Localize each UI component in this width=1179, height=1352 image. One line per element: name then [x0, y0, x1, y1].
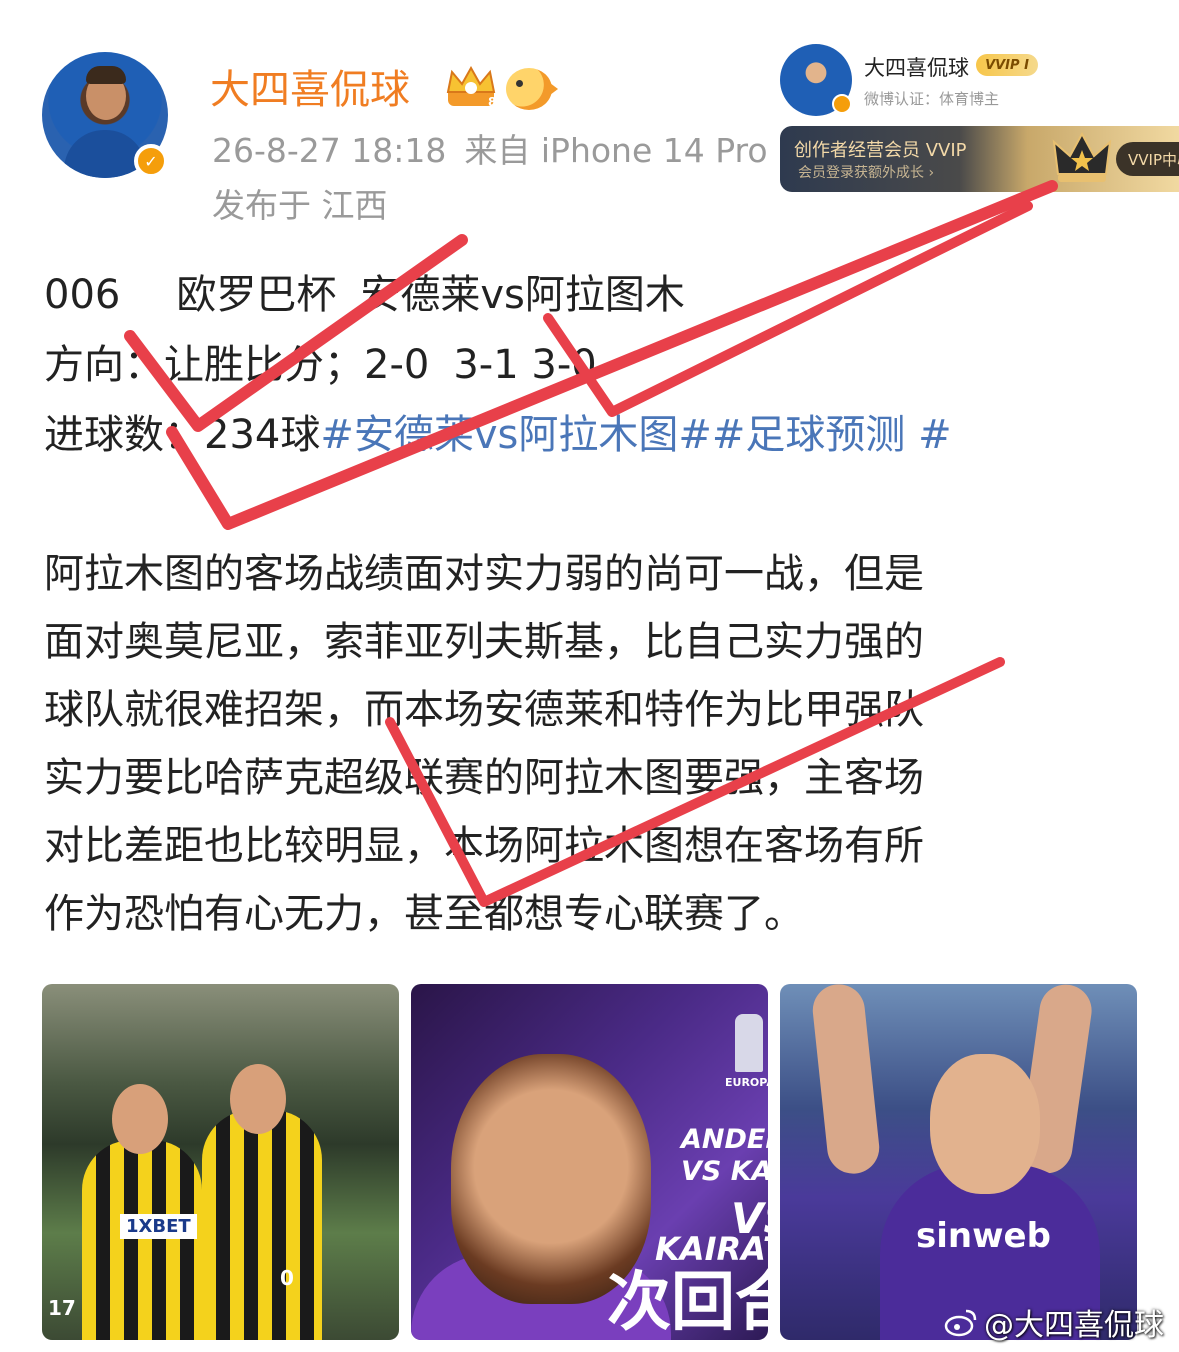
kit-number: 17 [48, 1296, 76, 1320]
banner-subtitle: 会员登录获额外成长 › [798, 165, 935, 181]
image-anderlecht-player[interactable]: sinweb [780, 984, 1137, 1340]
image-kairat-players[interactable]: 1XBET 17 0 [42, 984, 399, 1340]
post-hashtags[interactable]: #安德莱vs阿拉木图##足球预测 # [320, 412, 951, 458]
post-line-goals: 进球数：234球#安德莱vs阿拉木图##足球预测 # [44, 404, 952, 466]
poster-team: KAIRAT A [655, 1230, 768, 1268]
post-analysis: 阿拉木图的客场战绩面对实力弱的尚可一战，但是 面对奥莫尼亚，索菲亚列夫斯基，比自… [44, 540, 1114, 948]
banner-title: 创作者经营会员 VVIP [794, 140, 967, 161]
analysis-line: 球队就很难招架，而本场安德莱和特作为比甲强队 [44, 687, 924, 733]
post-line-direction: 方向：让胜比分；2-0 3-1 3-0 [44, 334, 597, 396]
svg-text:8: 8 [488, 95, 496, 109]
fish-badge-icon[interactable] [506, 68, 558, 110]
vvip-center-button[interactable]: VVIP中心 [1116, 142, 1179, 176]
analysis-line: 面对奥莫尼亚，索菲亚列夫斯基，比自己实力强的 [44, 619, 924, 665]
direction-value: 让胜比分；2-0 [164, 342, 430, 388]
poster-title: ANDERL VS KAIRAT A [681, 1124, 768, 1188]
analysis-line: 对比差距也比较明显，本场阿拉木图想在客场有所 [44, 823, 924, 869]
player-arm [810, 984, 882, 1177]
post-source: 来自 iPhone 14 Pro [464, 131, 768, 170]
avatar-hair [86, 66, 126, 84]
weibo-watermark: @大四喜侃球 [944, 1300, 1164, 1344]
post-line-match: 006 欧罗巴杯 安德莱vs阿拉图木 [44, 264, 685, 326]
post-timestamp: 26-8-27 18:18 [212, 131, 447, 170]
poster-second-leg: 次回合 [607, 1266, 768, 1340]
card-auth: 微博认证：体育博主 [864, 90, 1000, 108]
analysis-line: 阿拉木图的客场战绩面对实力弱的尚可一战，但是 [44, 551, 924, 597]
username[interactable]: 大四喜侃球 [210, 62, 410, 118]
kit-number: 0 [280, 1266, 294, 1290]
direction-scores: 3-1 3-0 [453, 342, 597, 388]
card-name: 大四喜侃球 [864, 56, 969, 80]
goals-value: 234球 [204, 412, 321, 458]
post-meta: 26-8-27 18:18 来自 iPhone 14 Pro [212, 128, 777, 174]
weibo-logo-icon [944, 1309, 977, 1337]
vvip-banner[interactable]: 创作者经营会员 VVIP 会员登录获额外成长 › VVIP中心 [780, 126, 1179, 192]
match-league: 欧罗巴杯 [176, 272, 337, 318]
card-vip-badge: VVIP I [976, 54, 1038, 76]
direction-label: 方向： [44, 342, 164, 388]
profile-card[interactable]: 大四喜侃球 VVIP I 微博认证：体育博主 创作者经营会员 VVIP 会员登录… [780, 40, 1179, 192]
goals-label: 进球数： [44, 412, 204, 458]
kit-sponsor: 1XBET [120, 1214, 197, 1239]
poster-title-line: ANDERL [681, 1124, 768, 1155]
banner-crown-icon [1052, 131, 1112, 182]
kit-sponsor: sinweb [916, 1216, 1051, 1256]
poster-league: EUROPA LEAGUE [725, 1076, 768, 1089]
avatar-shirt [64, 130, 146, 178]
match-code: 006 [44, 272, 121, 318]
analysis-line: 作为恐怕有心无力，甚至都想专心联赛了。 [44, 891, 804, 937]
player-face [930, 1054, 1040, 1194]
match-teams: 安德莱vs阿拉图木 [360, 272, 685, 318]
player-kit [202, 1110, 322, 1340]
watermark-text: @大四喜侃球 [984, 1308, 1164, 1343]
card-verified-icon [832, 94, 852, 114]
europa-trophy-icon [735, 1014, 763, 1072]
poster-title-line: VS KAIRAT A [681, 1156, 768, 1187]
image-match-poster[interactable]: EUROPA LEAGUE ANDERL VS KAIRAT A VS KAIR… [411, 984, 768, 1340]
post-location: 发布于 江西 [212, 186, 388, 225]
verified-icon: ✓ [134, 144, 168, 178]
player-face [112, 1084, 168, 1154]
analysis-line: 实力要比哈萨克超级联赛的阿拉木图要强，主客场 [44, 755, 924, 801]
crown-badge-icon[interactable]: 8 [442, 66, 500, 110]
player-kit [82, 1140, 202, 1340]
player-face [230, 1064, 286, 1134]
